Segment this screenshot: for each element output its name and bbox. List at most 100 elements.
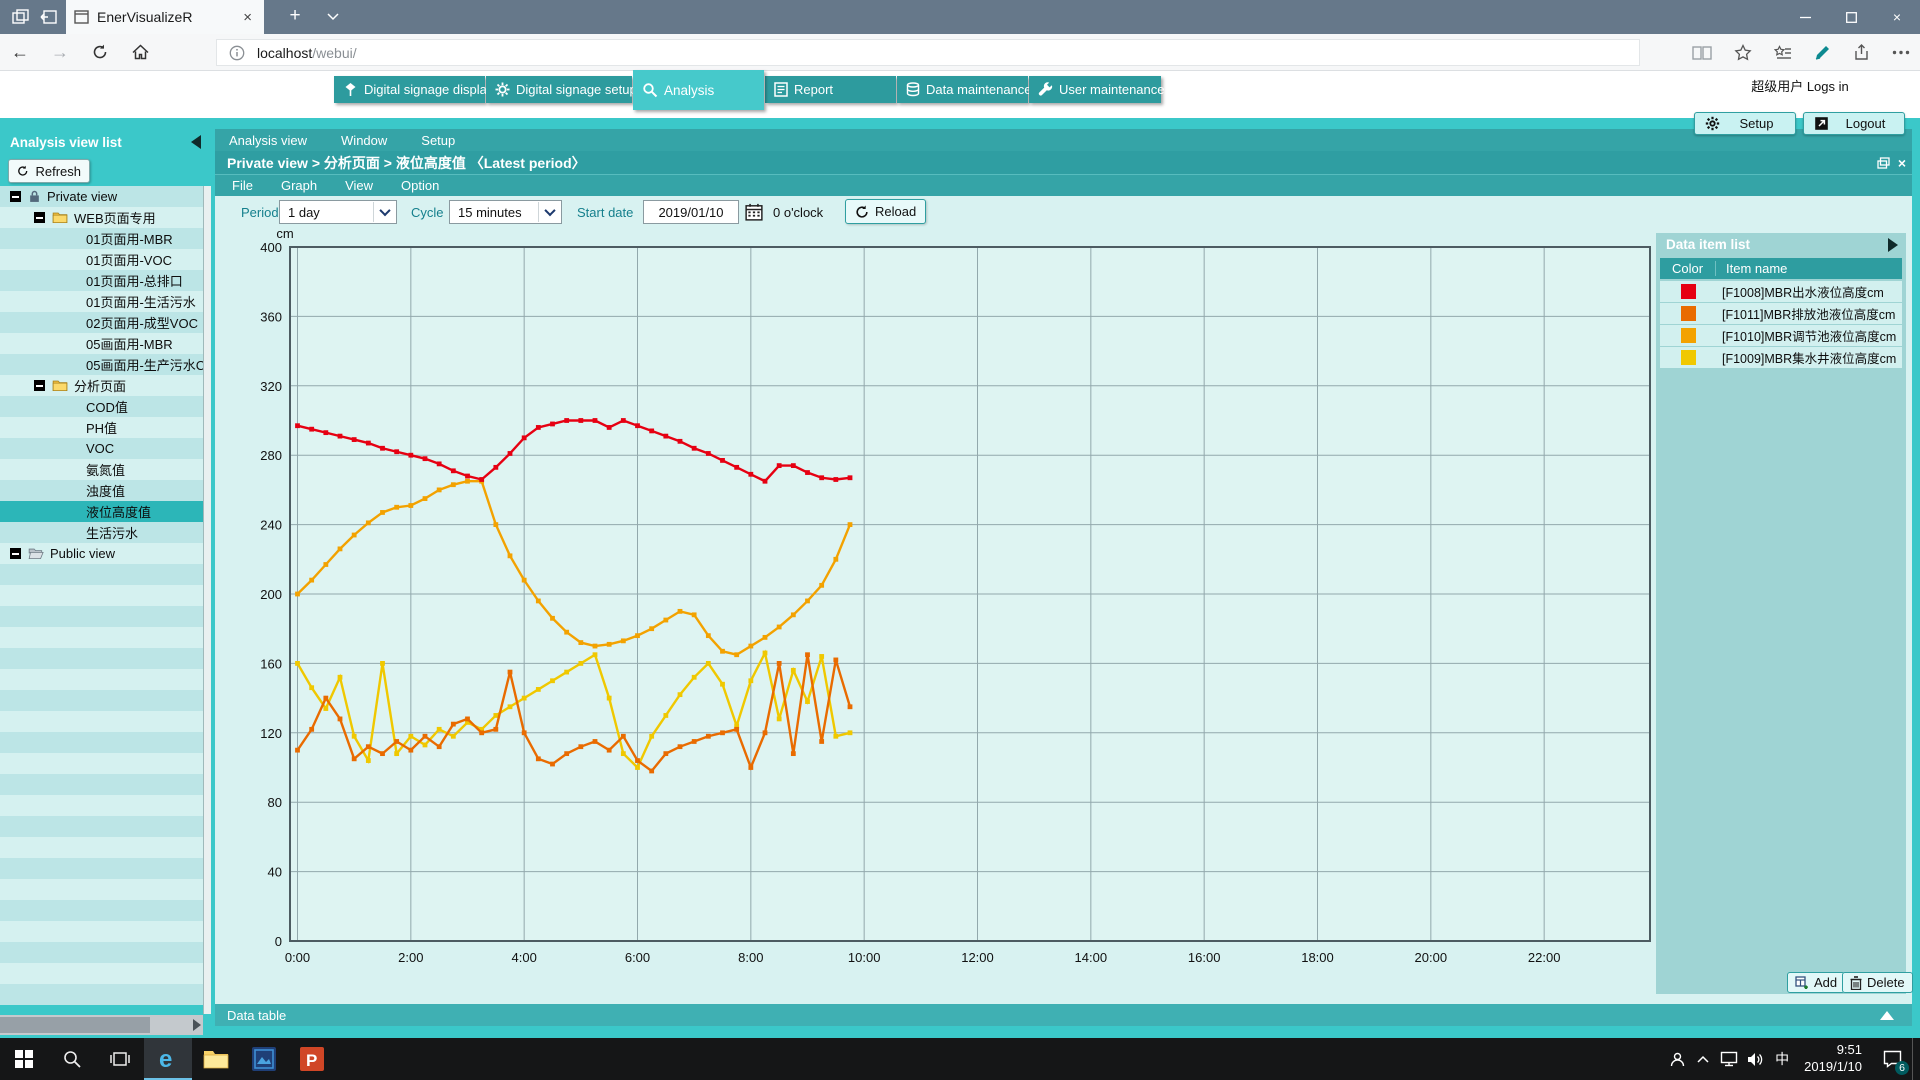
web-note-pen-icon[interactable]: [1814, 44, 1831, 61]
add-button[interactable]: Add: [1787, 972, 1845, 993]
forward-icon[interactable]: →: [40, 42, 80, 63]
speaker-icon[interactable]: [1742, 1052, 1768, 1067]
collapse-up-icon[interactable]: [1880, 1011, 1894, 1020]
action-center-button[interactable]: 6: [1872, 1038, 1912, 1080]
collapse-sidebar-icon[interactable]: [191, 135, 201, 149]
tree-item-05画面用-生产污水COD[interactable]: 05画面用-生产污水COD: [0, 354, 203, 375]
menu-file[interactable]: File: [232, 178, 253, 193]
favorite-star-icon[interactable]: [1734, 44, 1752, 61]
level-line-chart: 040801201602002402803203604000:002:004:0…: [215, 196, 1660, 986]
svg-text:2:00: 2:00: [398, 950, 423, 965]
page-icon: [74, 10, 89, 24]
tab-digital-signage-setup[interactable]: Digital signage setup: [486, 76, 632, 103]
tab-preview-icon[interactable]: [12, 9, 30, 25]
tree-item-Public view[interactable]: Public view: [0, 543, 203, 564]
tree-item-01页面用-VOC[interactable]: 01页面用-VOC: [0, 249, 203, 270]
tree-item-PH值[interactable]: PH值: [0, 417, 203, 438]
taskbar-blue-app-button[interactable]: [240, 1038, 288, 1080]
tab-data-maintenance[interactable]: Data maintenance: [897, 76, 1028, 103]
reading-view-icon[interactable]: [1692, 45, 1712, 61]
new-tab-button[interactable]: +: [278, 0, 312, 34]
report-doc-icon: [774, 82, 788, 97]
share-icon[interactable]: [1853, 44, 1870, 61]
show-desktop-button[interactable]: [1912, 1038, 1920, 1080]
set-tabs-aside-icon[interactable]: [40, 9, 58, 25]
tree-item-分析页面[interactable]: 分析页面: [0, 375, 203, 396]
home-icon[interactable]: [120, 44, 160, 60]
tree-item-生活污水[interactable]: 生活污水: [0, 522, 203, 543]
people-icon[interactable]: [1664, 1051, 1690, 1068]
taskbar-clock[interactable]: 9:51 2019/1/10: [1796, 1042, 1872, 1076]
url-field[interactable]: localhost/webui/: [216, 39, 1640, 66]
taskbar-search-button[interactable]: [48, 1038, 96, 1080]
tab-report[interactable]: Report: [765, 76, 896, 103]
back-icon[interactable]: ←: [0, 42, 40, 63]
expand-panel-icon[interactable]: [1888, 238, 1898, 252]
tree-expander-icon[interactable]: [34, 380, 45, 391]
minimize-button[interactable]: [1782, 0, 1828, 34]
data-item-row[interactable]: [F1011]MBR排放池液位高度cm: [1660, 303, 1902, 324]
tab-digital-signage-display[interactable]: Digital signage display: [334, 76, 485, 103]
svg-text:0: 0: [275, 934, 282, 949]
data-item-row[interactable]: [F1009]MBR集水井液位高度cm: [1660, 347, 1902, 368]
tree-item-02页面用-成型VOC[interactable]: 02页面用-成型VOC: [0, 312, 203, 333]
logout-button[interactable]: Logout: [1803, 112, 1905, 135]
sidebar-horizontal-scrollbar[interactable]: [0, 1015, 203, 1035]
menu-graph[interactable]: Graph: [281, 178, 317, 193]
close-view-icon[interactable]: ×: [1898, 155, 1906, 171]
tree-item-氨氮值[interactable]: 氨氮值: [0, 459, 203, 480]
menu-analysis-view[interactable]: Analysis view: [229, 133, 307, 148]
tree-item-液位高度值[interactable]: 液位高度值: [0, 501, 203, 522]
tab-analysis[interactable]: Analysis: [633, 70, 764, 110]
restore-view-icon[interactable]: [1877, 157, 1890, 169]
data-table-bar[interactable]: Data table: [215, 1004, 1912, 1026]
menu-window[interactable]: Window: [341, 133, 387, 148]
refresh-label: Refresh: [35, 164, 81, 179]
taskbar-powerpoint-button[interactable]: P: [288, 1038, 336, 1080]
lock-icon: [28, 190, 41, 203]
tree-expander-icon[interactable]: [34, 212, 45, 223]
task-view-button[interactable]: [96, 1038, 144, 1080]
tree-item-COD值[interactable]: COD值: [0, 396, 203, 417]
tree-item-01页面用-生活污水[interactable]: 01页面用-生活污水: [0, 291, 203, 312]
tree-item-05画面用-MBR[interactable]: 05画面用-MBR: [0, 333, 203, 354]
tree-expander-icon[interactable]: [10, 191, 21, 202]
menu-view[interactable]: View: [345, 178, 373, 193]
network-icon[interactable]: [1716, 1051, 1742, 1067]
sidebar-vertical-scrollbar[interactable]: [203, 186, 211, 1014]
tree-empty-row: [0, 963, 203, 984]
tab-list-chevron-icon[interactable]: [318, 0, 348, 34]
site-info-icon[interactable]: [217, 45, 257, 61]
delete-button[interactable]: Delete: [1842, 972, 1913, 993]
scrollbar-thumb[interactable]: [0, 1017, 150, 1033]
data-item-row[interactable]: [F1008]MBR出水液位高度cm: [1660, 281, 1902, 302]
tree-item-01页面用-MBR[interactable]: 01页面用-MBR: [0, 228, 203, 249]
tree-item-WEB页面专用[interactable]: WEB页面专用: [0, 207, 203, 228]
scrollbar-right-arrow-icon[interactable]: [193, 1019, 201, 1031]
more-options-icon[interactable]: [1892, 50, 1910, 55]
taskbar-edge-button[interactable]: e: [144, 1038, 192, 1080]
menu-option[interactable]: Option: [401, 178, 439, 193]
setup-button[interactable]: Setup: [1694, 112, 1796, 135]
tab-user-maintenance[interactable]: User maintenance: [1029, 76, 1161, 103]
svg-text:22:00: 22:00: [1528, 950, 1561, 965]
tree-item-VOC[interactable]: VOC: [0, 438, 203, 459]
close-button[interactable]: ×: [1874, 0, 1920, 34]
refresh-button[interactable]: Refresh: [8, 159, 90, 183]
ime-indicator[interactable]: 中: [1768, 1049, 1796, 1069]
tree-item-浊度值[interactable]: 浊度值: [0, 480, 203, 501]
menu-setup[interactable]: Setup: [421, 133, 455, 148]
delete-label: Delete: [1867, 975, 1905, 990]
tree-expander-icon[interactable]: [10, 548, 21, 559]
maximize-button[interactable]: [1828, 0, 1874, 34]
tree-item-01页面用-总排口[interactable]: 01页面用-总排口: [0, 270, 203, 291]
data-item-row[interactable]: [F1010]MBR调节池液位高度cm: [1660, 325, 1902, 346]
start-button[interactable]: [0, 1038, 48, 1080]
taskbar-explorer-button[interactable]: [192, 1038, 240, 1080]
browser-tab[interactable]: EnerVisualizeR ×: [66, 0, 264, 34]
hub-icon[interactable]: [1774, 45, 1792, 61]
tree-item-Private view[interactable]: Private view: [0, 186, 203, 207]
tab-close-icon[interactable]: ×: [239, 9, 256, 26]
tray-chevron-up-icon[interactable]: [1690, 1055, 1716, 1063]
refresh-icon[interactable]: [80, 44, 120, 60]
